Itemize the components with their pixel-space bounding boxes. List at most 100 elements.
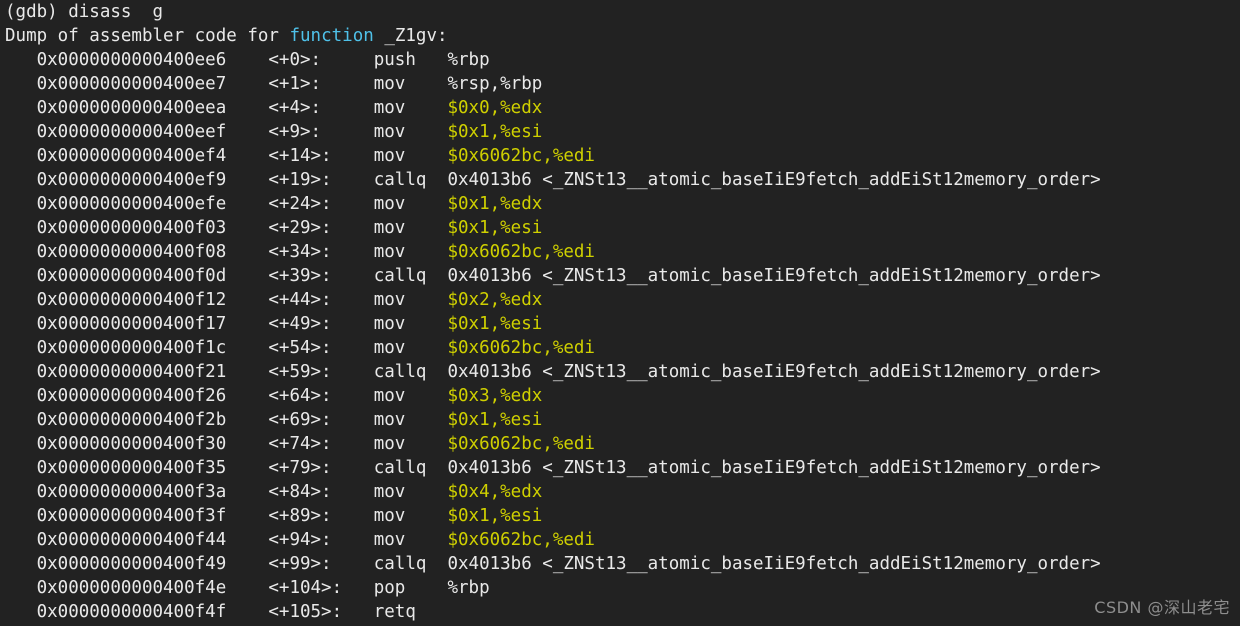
instruction-offset: <+54>: <box>268 338 332 358</box>
gdb-terminal-window[interactable]: (gdb) disass g Dump of assembler code fo… <box>0 0 1240 626</box>
instruction-mnemonic: mov <box>373 386 406 406</box>
dump-header-prefix: Dump of assembler code for <box>5 26 290 46</box>
instruction-address: 0x0000000000400f03 <box>36 218 227 238</box>
instruction-row: 0x0000000000400f03 <+29>: mov $0x1,%esi <box>0 216 1240 240</box>
instruction-row: 0x0000000000400f17 <+49>: mov $0x1,%esi <box>0 312 1240 336</box>
instruction-row: 0x0000000000400f21 <+59>: callq 0x4013b6 <_… <box>0 360 1240 384</box>
instruction-row: 0x0000000000400f08 <+34>: mov $0x6062bc,%ed… <box>0 240 1240 264</box>
instruction-operands: $0x4,%edx <box>447 482 543 502</box>
instruction-address: 0x0000000000400f2b <box>36 410 227 430</box>
instruction-row: 0x0000000000400f12 <+44>: mov $0x2,%edx <box>0 288 1240 312</box>
instruction-row: 0x0000000000400f35 <+79>: callq 0x4013b6 <_… <box>0 456 1240 480</box>
instruction-row: 0x0000000000400f1c <+54>: mov $0x6062bc,%ed… <box>0 336 1240 360</box>
instruction-offset: <+59>: <box>268 362 332 382</box>
instruction-row: 0x0000000000400ef9 <+19>: callq 0x4013b6 <_… <box>0 168 1240 192</box>
instruction-mnemonic: mov <box>373 314 406 334</box>
instruction-offset: <+104>: <box>268 578 343 598</box>
instruction-operands: $0x1,%esi <box>447 506 543 526</box>
instruction-mnemonic: mov <box>373 530 406 550</box>
instruction-offset: <+1>: <box>268 74 322 94</box>
instruction-mnemonic: mov <box>373 410 406 430</box>
instruction-operands: $0x1,%edx <box>447 194 543 214</box>
instruction-offset: <+74>: <box>268 434 332 454</box>
instruction-mnemonic: mov <box>373 290 406 310</box>
gdb-prompt-line: (gdb) disass g <box>0 0 1240 24</box>
instruction-address: 0x0000000000400efe <box>36 194 227 214</box>
instruction-operands: $0x2,%edx <box>447 290 543 310</box>
instruction-operands: $0x6062bc,%edi <box>447 338 595 358</box>
instruction-mnemonic: push <box>373 50 416 70</box>
instruction-address: 0x0000000000400f49 <box>36 554 227 574</box>
instruction-row: 0x0000000000400f44 <+94>: mov $0x6062bc,%ed… <box>0 528 1240 552</box>
instruction-list: 0x0000000000400ee6 <+0>: push %rbp 0x0000000… <box>0 48 1240 624</box>
dump-header-keyword: function <box>289 26 374 46</box>
instruction-operands: $0x1,%esi <box>447 410 543 430</box>
instruction-offset: <+29>: <box>268 218 332 238</box>
instruction-row: 0x0000000000400ef4 <+14>: mov $0x6062bc,%ed… <box>0 144 1240 168</box>
instruction-row: 0x0000000000400f26 <+64>: mov $0x3,%edx <box>0 384 1240 408</box>
instruction-address: 0x0000000000400f21 <box>36 362 227 382</box>
instruction-address: 0x0000000000400f26 <box>36 386 227 406</box>
instruction-offset: <+94>: <box>268 530 332 550</box>
instruction-operands: $0x1,%esi <box>447 218 543 238</box>
instruction-mnemonic: mov <box>373 74 406 94</box>
instruction-offset: <+99>: <box>268 554 332 574</box>
instruction-offset: <+24>: <box>268 194 332 214</box>
instruction-operands: 0x4013b6 <_ZNSt13__atomic_baseIiE9fetch_… <box>447 554 1101 574</box>
instruction-address: 0x0000000000400ef9 <box>36 170 227 190</box>
instruction-address: 0x0000000000400f4e <box>36 578 227 598</box>
instruction-address: 0x0000000000400f35 <box>36 458 227 478</box>
instruction-mnemonic: mov <box>373 242 406 262</box>
instruction-offset: <+19>: <box>268 170 332 190</box>
instruction-address: 0x0000000000400f17 <box>36 314 227 334</box>
instruction-mnemonic: mov <box>373 434 406 454</box>
instruction-address: 0x0000000000400ef4 <box>36 146 227 166</box>
instruction-address: 0x0000000000400f30 <box>36 434 227 454</box>
instruction-operands: $0x3,%edx <box>447 386 543 406</box>
instruction-operands: $0x1,%esi <box>447 122 543 142</box>
instruction-row: 0x0000000000400f0d <+39>: callq 0x4013b6 <_… <box>0 264 1240 288</box>
instruction-offset: <+9>: <box>268 122 322 142</box>
instruction-address: 0x0000000000400f4f <box>36 602 227 622</box>
instruction-address: 0x0000000000400f08 <box>36 242 227 262</box>
instruction-offset: <+39>: <box>268 266 332 286</box>
instruction-row: 0x0000000000400f3f <+89>: mov $0x1,%esi <box>0 504 1240 528</box>
instruction-offset: <+4>: <box>268 98 322 118</box>
instruction-offset: <+34>: <box>268 242 332 262</box>
instruction-address: 0x0000000000400ee6 <box>36 50 227 70</box>
instruction-address: 0x0000000000400f3a <box>36 482 227 502</box>
instruction-mnemonic: mov <box>373 338 406 358</box>
instruction-mnemonic: callq <box>373 266 427 286</box>
instruction-address: 0x0000000000400f1c <box>36 338 227 358</box>
instruction-row: 0x0000000000400eea <+4>: mov $0x0,%edx <box>0 96 1240 120</box>
instruction-address: 0x0000000000400f44 <box>36 530 227 550</box>
dump-header-line: Dump of assembler code for function _Z1g… <box>0 24 1240 48</box>
instruction-operands: 0x4013b6 <_ZNSt13__atomic_baseIiE9fetch_… <box>447 170 1101 190</box>
instruction-operands: 0x4013b6 <_ZNSt13__atomic_baseIiE9fetch_… <box>447 266 1101 286</box>
instruction-operands: $0x6062bc,%edi <box>447 242 595 262</box>
instruction-operands: 0x4013b6 <_ZNSt13__atomic_baseIiE9fetch_… <box>447 458 1101 478</box>
instruction-operands: $0x6062bc,%edi <box>447 146 595 166</box>
instruction-mnemonic: callq <box>373 554 427 574</box>
instruction-address: 0x0000000000400f0d <box>36 266 227 286</box>
instruction-operands: $0x6062bc,%edi <box>447 434 595 454</box>
instruction-row: 0x0000000000400ee6 <+0>: push %rbp <box>0 48 1240 72</box>
instruction-operands: %rbp <box>447 578 490 598</box>
instruction-mnemonic: pop <box>373 578 406 598</box>
instruction-row: 0x0000000000400f2b <+69>: mov $0x1,%esi <box>0 408 1240 432</box>
instruction-row: 0x0000000000400f4f <+105>: retq <box>0 600 1240 624</box>
instruction-mnemonic: callq <box>373 458 427 478</box>
instruction-row: 0x0000000000400f30 <+74>: mov $0x6062bc,%ed… <box>0 432 1240 456</box>
terminal-output: (gdb) disass g Dump of assembler code fo… <box>0 0 1240 626</box>
instruction-address: 0x0000000000400eea <box>36 98 227 118</box>
instruction-mnemonic: mov <box>373 146 406 166</box>
instruction-offset: <+79>: <box>268 458 332 478</box>
instruction-offset: <+44>: <box>268 290 332 310</box>
instruction-address: 0x0000000000400f12 <box>36 290 227 310</box>
instruction-row: 0x0000000000400f3a <+84>: mov $0x4,%edx <box>0 480 1240 504</box>
instruction-row: 0x0000000000400efe <+24>: mov $0x1,%edx <box>0 192 1240 216</box>
instruction-offset: <+105>: <box>268 602 343 622</box>
instruction-mnemonic: callq <box>373 362 427 382</box>
instruction-operands: $0x1,%esi <box>447 314 543 334</box>
instruction-operands: %rsp,%rbp <box>447 74 543 94</box>
